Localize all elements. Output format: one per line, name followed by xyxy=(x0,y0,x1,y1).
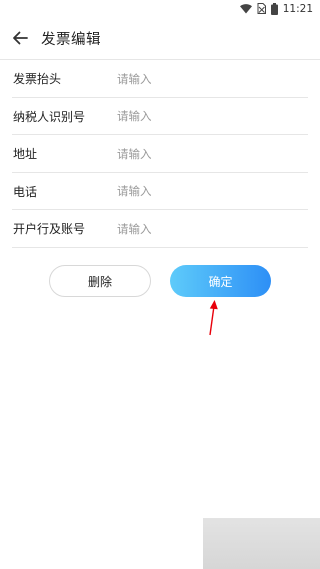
form-row-invoice-title: 发票抬头 xyxy=(0,60,320,98)
invoice-title-input[interactable] xyxy=(117,71,297,86)
taxpayer-id-input[interactable] xyxy=(117,109,297,124)
divider xyxy=(12,246,308,248)
battery-icon xyxy=(270,2,278,15)
confirm-button[interactable]: 确定 xyxy=(170,265,271,297)
status-bar: 11:21 xyxy=(0,0,320,17)
annotation-arrow-icon xyxy=(209,300,218,336)
field-label: 纳税人识别号 xyxy=(13,109,86,124)
field-label: 地址 xyxy=(13,147,38,162)
arrow-left-icon xyxy=(13,31,28,45)
form-row-address: 地址 xyxy=(0,135,320,173)
no-sim-icon xyxy=(257,3,266,14)
watermark xyxy=(203,518,320,569)
field-label: 发票抬头 xyxy=(13,72,62,87)
delete-button[interactable]: 删除 xyxy=(49,265,151,297)
invoice-form: 发票抬头 纳税人识别号 地址 电话 开户行及账号 xyxy=(0,60,320,248)
wifi-icon xyxy=(239,3,252,14)
bank-account-input[interactable] xyxy=(117,221,297,236)
back-button[interactable] xyxy=(2,17,38,60)
address-input[interactable] xyxy=(117,146,297,161)
app-bar: 发票编辑 xyxy=(0,17,320,60)
form-row-taxpayer-id: 纳税人识别号 xyxy=(0,98,320,135)
form-row-bank-account: 开户行及账号 xyxy=(0,210,320,248)
field-label: 开户行及账号 xyxy=(13,222,86,237)
phone-input[interactable] xyxy=(117,184,297,199)
field-label: 电话 xyxy=(13,184,38,199)
form-row-phone: 电话 xyxy=(0,173,320,210)
status-time: 11:21 xyxy=(282,2,313,15)
page-title: 发票编辑 xyxy=(41,31,101,48)
